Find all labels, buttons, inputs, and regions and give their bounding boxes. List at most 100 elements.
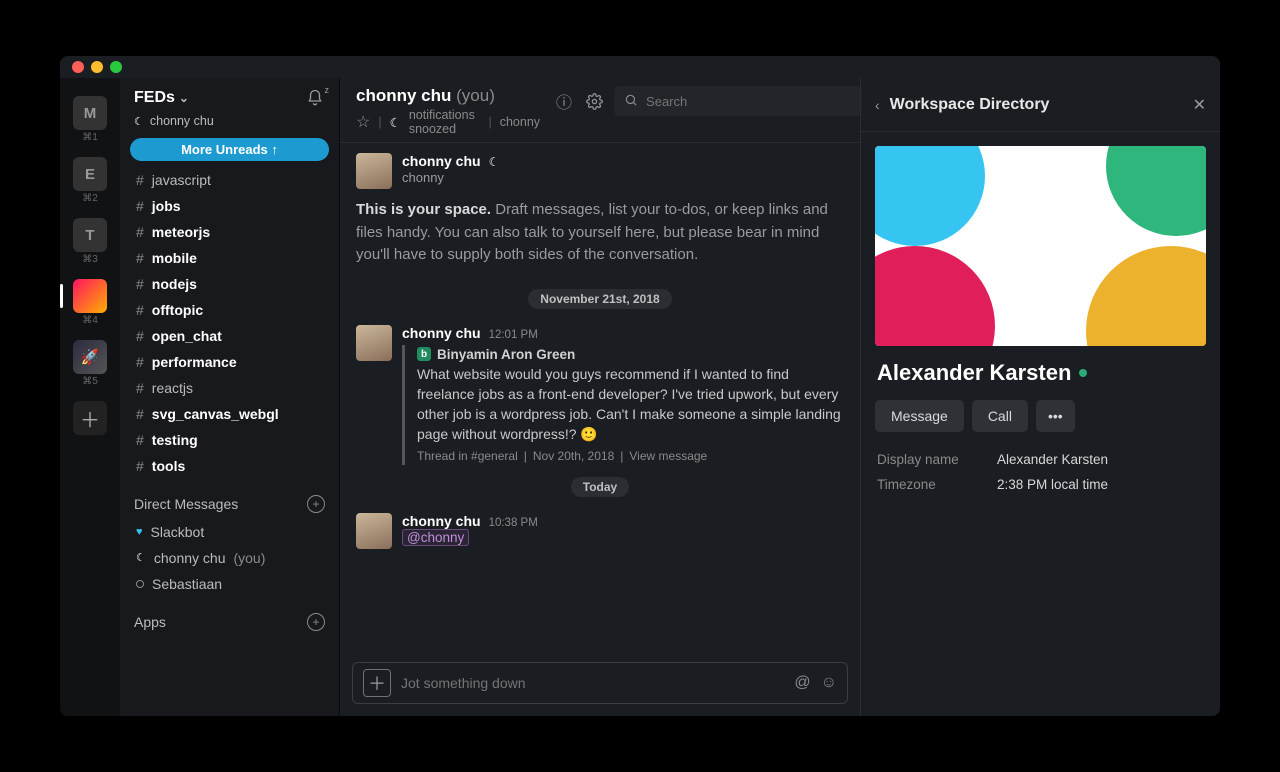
presence-active-icon xyxy=(1079,369,1087,377)
channel-label: reactjs xyxy=(152,377,193,399)
message-composer[interactable]: ＋ @ ☺ xyxy=(352,662,848,704)
dm-item[interactable]: ☾chonny chu (you) xyxy=(120,545,339,571)
avatar[interactable] xyxy=(356,153,392,189)
quote-date: Nov 20th, 2018 xyxy=(533,449,614,463)
channel-item[interactable]: #jobs xyxy=(120,193,339,219)
hash-icon: # xyxy=(136,221,144,243)
workspace-switch-1[interactable]: M xyxy=(73,96,107,130)
search-input[interactable] xyxy=(646,94,854,109)
meta-label-tz: Timezone xyxy=(877,477,997,492)
search-icon xyxy=(624,93,638,110)
info-icon[interactable]: ⓘ xyxy=(554,91,574,111)
window-maximize-button[interactable] xyxy=(110,61,122,73)
hash-icon: # xyxy=(136,455,144,477)
channel-title-suffix: (you) xyxy=(456,86,495,105)
date-divider: November 21st, 2018 xyxy=(340,289,860,309)
more-unreads-banner[interactable]: More Unreads ↑ xyxy=(130,138,329,161)
message-author[interactable]: chonny chu xyxy=(402,153,481,169)
window-minimize-button[interactable] xyxy=(91,61,103,73)
channel-item[interactable]: #reactjs xyxy=(120,375,339,401)
star-icon[interactable]: ☆ xyxy=(356,112,370,132)
channel-item[interactable]: #offtopic xyxy=(120,297,339,323)
hash-icon: # xyxy=(136,325,144,347)
close-icon[interactable]: ✕ xyxy=(1193,95,1206,115)
channel-item[interactable]: #javascript xyxy=(120,167,339,193)
snoozed-icon: ☾ xyxy=(136,547,146,569)
profile-avatar-large[interactable] xyxy=(875,146,1206,346)
avatar[interactable] xyxy=(356,513,392,549)
hash-icon: # xyxy=(136,429,144,451)
snoozed-icon: ☾ xyxy=(134,115,144,128)
workspace-switch-3[interactable]: T xyxy=(73,218,107,252)
dms-list: ♥Slackbot☾chonny chu (you)Sebastiaan xyxy=(120,517,339,599)
emoji-icon[interactable]: ☺ xyxy=(821,674,837,692)
quote-body: What website would you guys recommend if… xyxy=(417,364,844,445)
back-icon[interactable]: ‹ xyxy=(875,97,880,113)
app-window: M⌘1 E⌘2 T⌘3 ⌘4 🚀⌘5 ＋ FEDs ⌄ z ☾ chonny xyxy=(60,56,1220,716)
message-author[interactable]: chonny chu xyxy=(402,513,481,529)
workspace-shortcut: ⌘3 xyxy=(82,254,98,265)
channel-username: chonny xyxy=(500,115,540,129)
channel-item[interactable]: #svg_canvas_webgl xyxy=(120,401,339,427)
channel-item[interactable]: #mobile xyxy=(120,245,339,271)
channel-item[interactable]: #nodejs xyxy=(120,271,339,297)
channel-item[interactable]: #open_chat xyxy=(120,323,339,349)
snoozed-icon: ☾ xyxy=(390,115,401,130)
workspace-switch-2[interactable]: E xyxy=(73,157,107,191)
avatar[interactable] xyxy=(356,325,392,361)
workspace-shortcut: ⌘4 xyxy=(82,315,98,326)
meta-value-tz: 2:38 PM local time xyxy=(997,477,1204,492)
meta-value-display: Alexander Karsten xyxy=(997,452,1204,467)
workspace-name[interactable]: FEDs ⌄ xyxy=(134,89,189,107)
composer-input[interactable] xyxy=(401,675,784,691)
view-message-link[interactable]: View message xyxy=(629,449,707,463)
more-unreads-label: More Unreads xyxy=(181,142,268,157)
heart-icon: ♥ xyxy=(136,521,143,543)
window-close-button[interactable] xyxy=(72,61,84,73)
apps-section-header[interactable]: Apps + xyxy=(120,599,339,635)
decorative-circle xyxy=(1106,146,1206,236)
profile-meta: Display name Alexander Karsten Timezone … xyxy=(861,446,1220,498)
gear-icon[interactable] xyxy=(584,91,604,111)
hash-icon: # xyxy=(136,351,144,373)
dm-item[interactable]: ♥Slackbot xyxy=(120,519,339,545)
attach-button[interactable]: ＋ xyxy=(363,669,391,697)
add-dm-button[interactable]: + xyxy=(307,495,325,513)
channel-item[interactable]: #testing xyxy=(120,427,339,453)
quoted-message[interactable]: b Binyamin Aron Green What website would… xyxy=(402,345,844,465)
main-layout: M⌘1 E⌘2 T⌘3 ⌘4 🚀⌘5 ＋ FEDs ⌄ z ☾ chonny xyxy=(60,78,1220,716)
search-field[interactable] xyxy=(614,86,864,116)
workspace-switch-5[interactable]: 🚀 xyxy=(73,340,107,374)
channel-title-name: chonny chu xyxy=(356,86,451,105)
add-app-button[interactable]: + xyxy=(307,613,325,631)
more-actions-button[interactable]: ••• xyxy=(1036,400,1075,432)
workspace-rail: M⌘1 E⌘2 T⌘3 ⌘4 🚀⌘5 ＋ xyxy=(60,78,120,716)
channel-label: performance xyxy=(152,351,237,373)
message-button[interactable]: Message xyxy=(875,400,964,432)
call-button[interactable]: Call xyxy=(972,400,1028,432)
divider: | xyxy=(488,115,491,129)
dm-section-header[interactable]: Direct Messages + xyxy=(120,481,339,517)
message-subname: chonny xyxy=(402,169,844,188)
date-divider-label: Today xyxy=(571,477,629,497)
channel-title[interactable]: chonny chu (you) xyxy=(356,86,540,106)
message-author[interactable]: chonny chu xyxy=(402,325,481,341)
mention-chip[interactable]: @chonny xyxy=(402,529,469,546)
mention-icon[interactable]: @ xyxy=(794,674,810,692)
channel-item[interactable]: # performance xyxy=(120,349,339,375)
message-list: chonny chu ☾ chonny This is your space. … xyxy=(340,143,860,656)
dm-header-label: Direct Messages xyxy=(134,496,238,512)
space-intro-text: This is your space. Draft messages, list… xyxy=(340,193,860,283)
notif-status-label: notifications snoozed xyxy=(409,108,481,136)
notifications-icon[interactable]: z xyxy=(305,88,325,108)
dm-item[interactable]: Sebastiaan xyxy=(120,571,339,597)
channel-label: offtopic xyxy=(152,299,203,321)
divider: | xyxy=(524,449,527,463)
channel-item[interactable]: #tools xyxy=(120,453,339,479)
channel-item[interactable]: #meteorjs xyxy=(120,219,339,245)
sidebar-current-user[interactable]: ☾ chonny chu xyxy=(120,114,339,134)
hash-icon: # xyxy=(136,195,144,217)
add-workspace-button[interactable]: ＋ xyxy=(73,401,107,435)
workspace-switch-4[interactable] xyxy=(73,279,107,313)
quote-thread-label[interactable]: Thread in #general xyxy=(417,449,518,463)
